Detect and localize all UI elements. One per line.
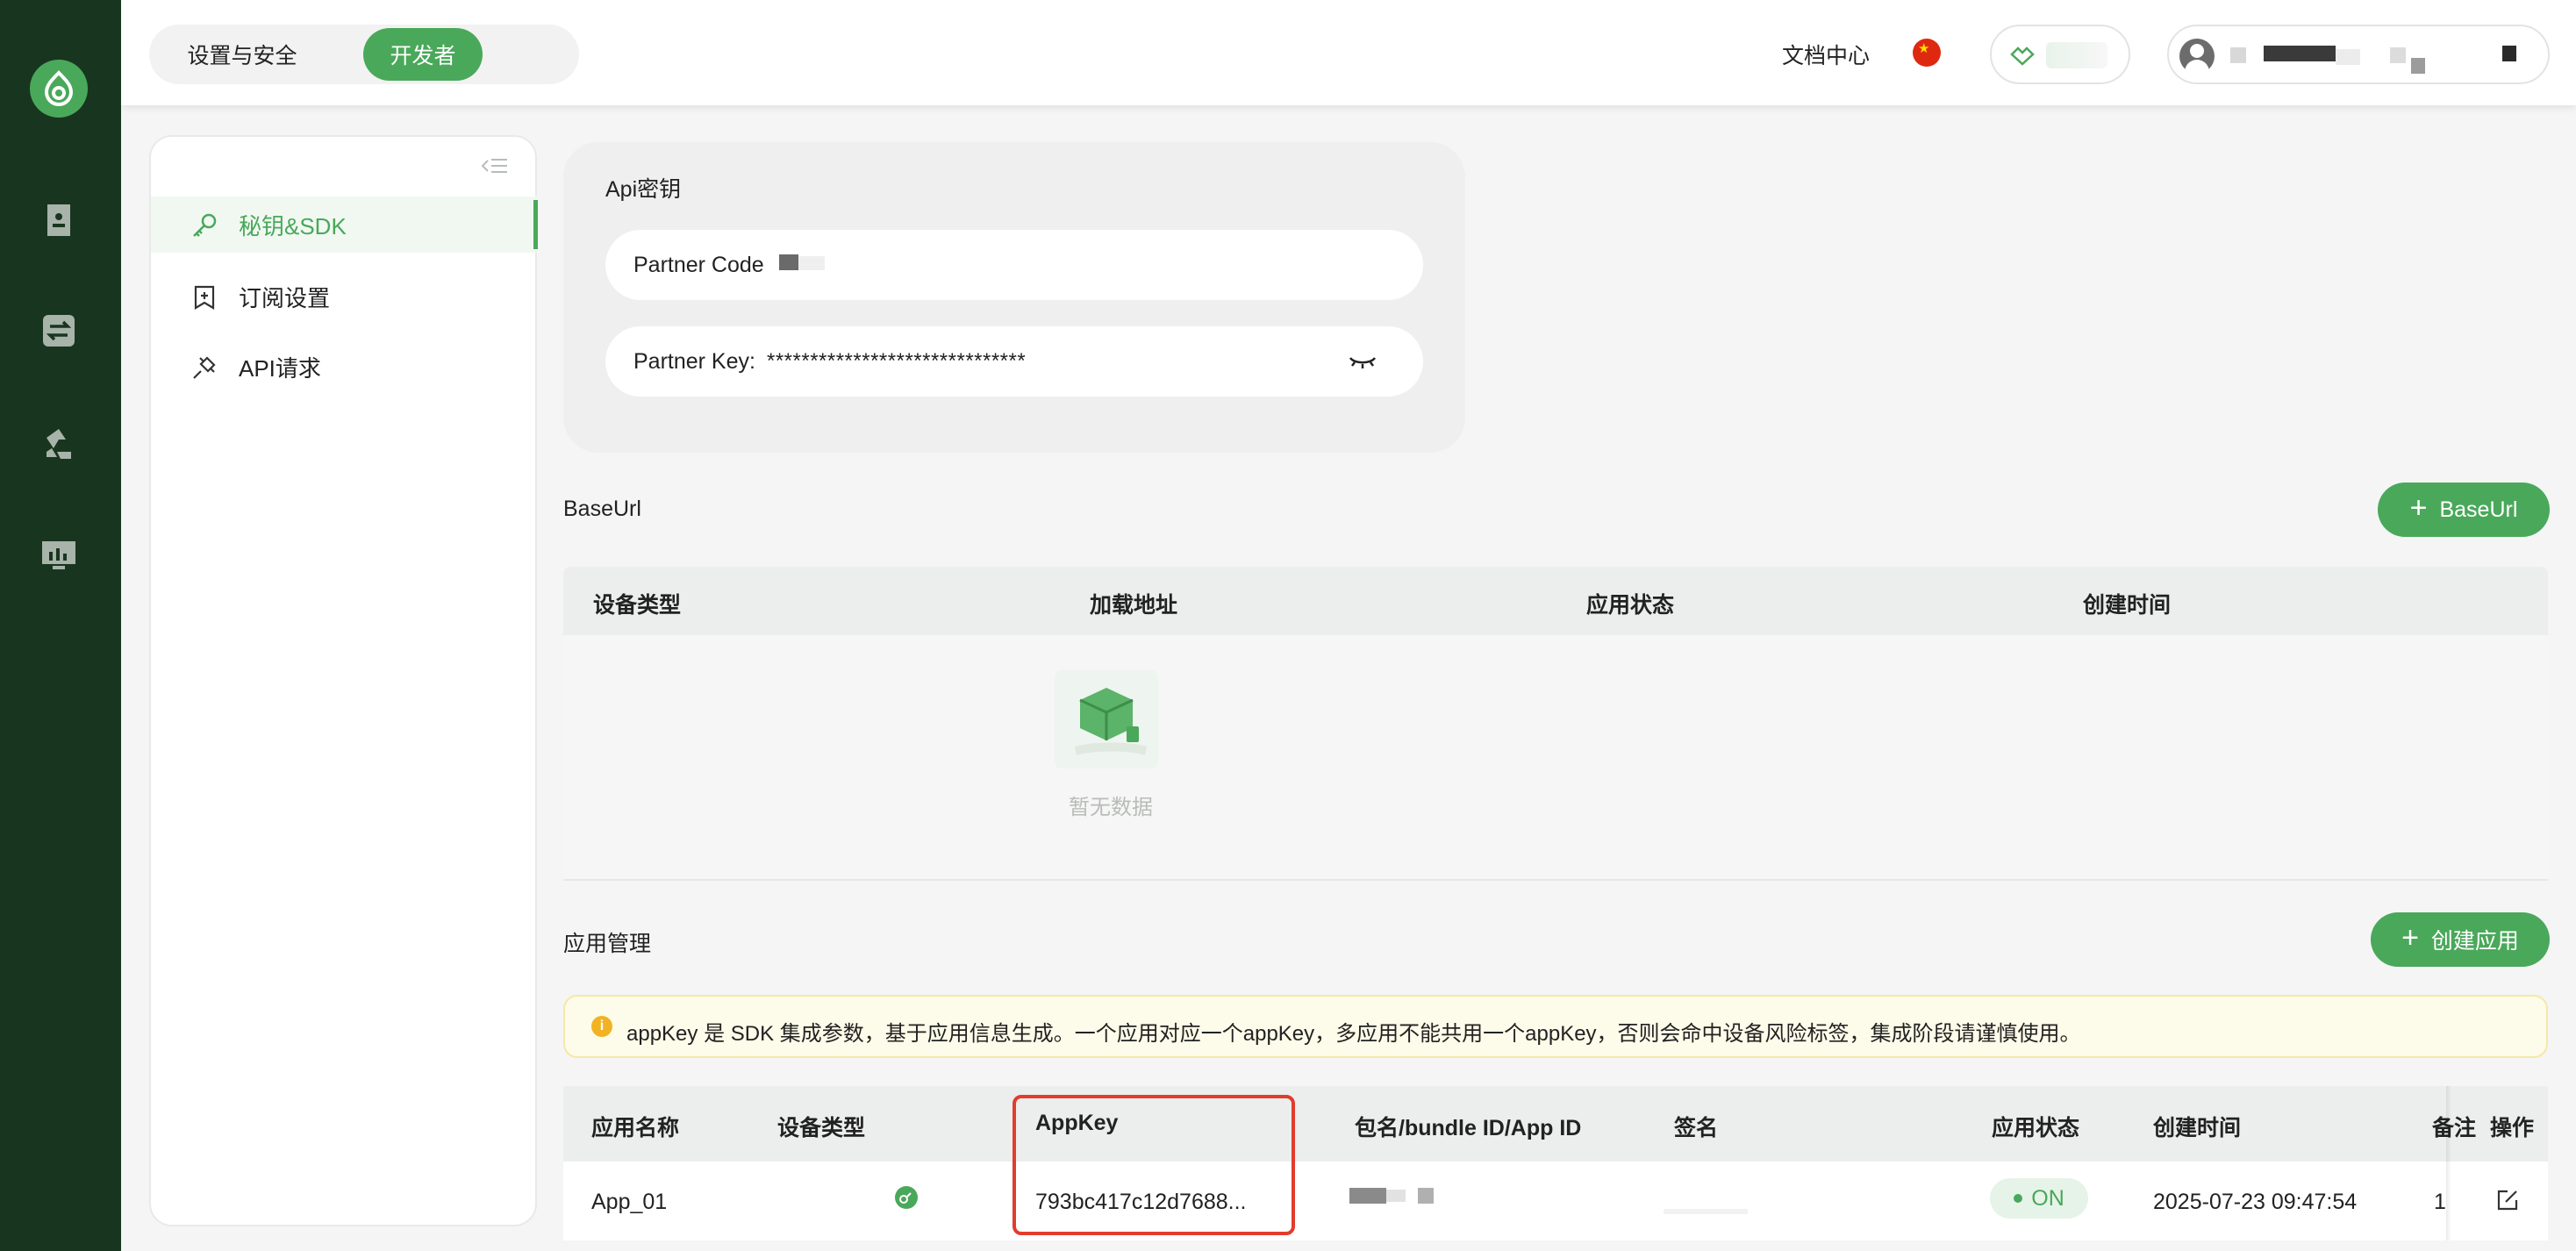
sidebar-item-api-requests[interactable]: API请求 bbox=[151, 339, 537, 395]
empty-state-text: 暂无数据 bbox=[1069, 796, 1153, 819]
dashboard-nav-icon[interactable] bbox=[39, 535, 79, 575]
bundle-id-masked-part bbox=[1386, 1190, 1406, 1202]
column-header: 签名 bbox=[1674, 1116, 1719, 1140]
bookmark-icon bbox=[194, 285, 215, 310]
partner-code-masked-value bbox=[779, 254, 798, 270]
masked-username-part bbox=[2390, 47, 2406, 63]
created-time-cell: 2025-07-23 09:47:54 bbox=[2153, 1190, 2358, 1214]
recycle-nav-icon[interactable] bbox=[39, 423, 79, 463]
app-logo-icon[interactable] bbox=[30, 60, 88, 118]
top-tabs: 设置与安全 开发者 bbox=[149, 25, 579, 84]
china-flag-icon[interactable] bbox=[1913, 39, 1941, 67]
masked-username-part bbox=[2502, 46, 2516, 61]
appkey-notice-banner: i appKey 是 SDK 集成参数，基于应用信息生成。一个应用对应一个app… bbox=[563, 995, 2548, 1058]
sidebar-item-label: API请求 bbox=[239, 354, 321, 382]
add-baseurl-label: BaseUrl bbox=[2439, 497, 2518, 522]
partner-key-label: Partner Key: bbox=[633, 349, 755, 374]
membership-badge[interactable] bbox=[1990, 25, 2130, 84]
status-badge: ON bbox=[1990, 1178, 2088, 1219]
masked-username bbox=[2230, 47, 2246, 63]
add-baseurl-button[interactable]: + BaseUrl bbox=[2378, 483, 2550, 537]
baseurl-table-header: 设备类型 加载地址 应用状态 创建时间 bbox=[563, 567, 2548, 635]
key-icon bbox=[193, 213, 217, 237]
column-header: 创建时间 bbox=[2153, 1116, 2242, 1140]
plug-icon bbox=[193, 356, 216, 379]
column-header: 应用名称 bbox=[591, 1116, 680, 1140]
create-app-button[interactable]: + 创建应用 bbox=[2371, 912, 2550, 967]
partner-code-masked-value-part bbox=[798, 256, 825, 270]
apps-table-header: 应用名称 设备类型 AppKey 包名/bundle ID/App ID 签名 … bbox=[563, 1086, 2548, 1162]
signature-masked bbox=[1664, 1209, 1748, 1214]
collapse-menu-icon[interactable] bbox=[481, 156, 509, 181]
sidebar-item-label: 秘钥&SDK bbox=[239, 212, 347, 239]
api-key-card: Api密钥 Partner Code Partner Key: ********… bbox=[563, 142, 1465, 453]
masked-username-part bbox=[2336, 49, 2360, 65]
avatar bbox=[2179, 39, 2215, 74]
bundle-id-masked-part bbox=[1418, 1188, 1434, 1204]
plus-icon: + bbox=[2401, 921, 2419, 954]
transfer-nav-icon[interactable] bbox=[39, 311, 79, 351]
sidebar: 秘钥&SDK 订阅设置 API请求 bbox=[149, 135, 538, 1226]
device-icon bbox=[895, 1186, 918, 1209]
edit-icon[interactable] bbox=[2495, 1188, 2520, 1212]
api-key-title: Api密钥 bbox=[605, 177, 682, 202]
column-header: 创建时间 bbox=[2083, 593, 2172, 618]
column-header: 设备类型 bbox=[777, 1116, 866, 1140]
masked-username-part bbox=[2264, 46, 2336, 61]
appkey-highlight-box bbox=[1013, 1095, 1295, 1235]
baseurl-table-body bbox=[563, 635, 2548, 881]
handshake-icon bbox=[2010, 46, 2035, 66]
partner-key-field: Partner Key: ***************************… bbox=[605, 326, 1423, 397]
empty-box-icon bbox=[1055, 670, 1158, 768]
partner-key-value: ****************************** bbox=[767, 349, 1027, 373]
table-row: App_01 793bc417c12d7688... 2025-07-23 09… bbox=[563, 1162, 2548, 1240]
sidebar-item-subscription[interactable]: 订阅设置 bbox=[151, 268, 537, 325]
main-panel: 设置与安全 开发者 文档中心 秘钥&SDK 订阅设置 bbox=[121, 0, 2576, 1251]
column-header: 备注 bbox=[2432, 1116, 2477, 1140]
status-text: ON bbox=[2031, 1185, 2064, 1211]
column-header: 应用状态 bbox=[1992, 1116, 2080, 1140]
column-header: 应用状态 bbox=[1586, 593, 1675, 618]
app-name-cell: App_01 bbox=[591, 1190, 668, 1214]
left-rail bbox=[0, 0, 121, 1251]
membership-masked-text bbox=[2046, 42, 2107, 68]
fixed-column-shadow bbox=[2446, 1086, 2451, 1240]
create-app-label: 创建应用 bbox=[2430, 929, 2519, 954]
app-management-title: 应用管理 bbox=[563, 932, 652, 956]
partner-code-field: Partner Code bbox=[605, 230, 1423, 300]
column-header: 设备类型 bbox=[593, 593, 682, 618]
tab-settings-security[interactable]: 设置与安全 bbox=[156, 28, 328, 81]
column-header: 加载地址 bbox=[1090, 593, 1178, 618]
eye-closed-icon[interactable] bbox=[1348, 347, 1377, 374]
column-header: 包名/bundle ID/App ID bbox=[1355, 1116, 1582, 1140]
masked-username-part bbox=[2411, 58, 2425, 74]
sidebar-item-keys-sdk[interactable]: 秘钥&SDK bbox=[151, 197, 538, 253]
user-menu[interactable] bbox=[2167, 25, 2550, 84]
top-header: 设置与安全 开发者 文档中心 bbox=[121, 0, 2576, 105]
plus-icon: + bbox=[2409, 491, 2428, 525]
partner-code-label: Partner Code bbox=[633, 253, 764, 277]
info-icon: i bbox=[591, 1016, 612, 1037]
sidebar-item-label: 订阅设置 bbox=[239, 284, 331, 311]
notice-text: appKey 是 SDK 集成参数，基于应用信息生成。一个应用对应一个appKe… bbox=[626, 1022, 2081, 1046]
bundle-id-masked bbox=[1349, 1188, 1386, 1204]
tab-developer[interactable]: 开发者 bbox=[363, 28, 483, 81]
baseurl-section-title: BaseUrl bbox=[563, 497, 641, 521]
doc-center-link[interactable]: 文档中心 bbox=[1782, 39, 1870, 70]
document-nav-icon[interactable] bbox=[39, 200, 79, 240]
remark-cell: 1 bbox=[2434, 1190, 2446, 1214]
status-dot-icon bbox=[2014, 1194, 2023, 1203]
column-header: 操作 bbox=[2490, 1116, 2535, 1140]
